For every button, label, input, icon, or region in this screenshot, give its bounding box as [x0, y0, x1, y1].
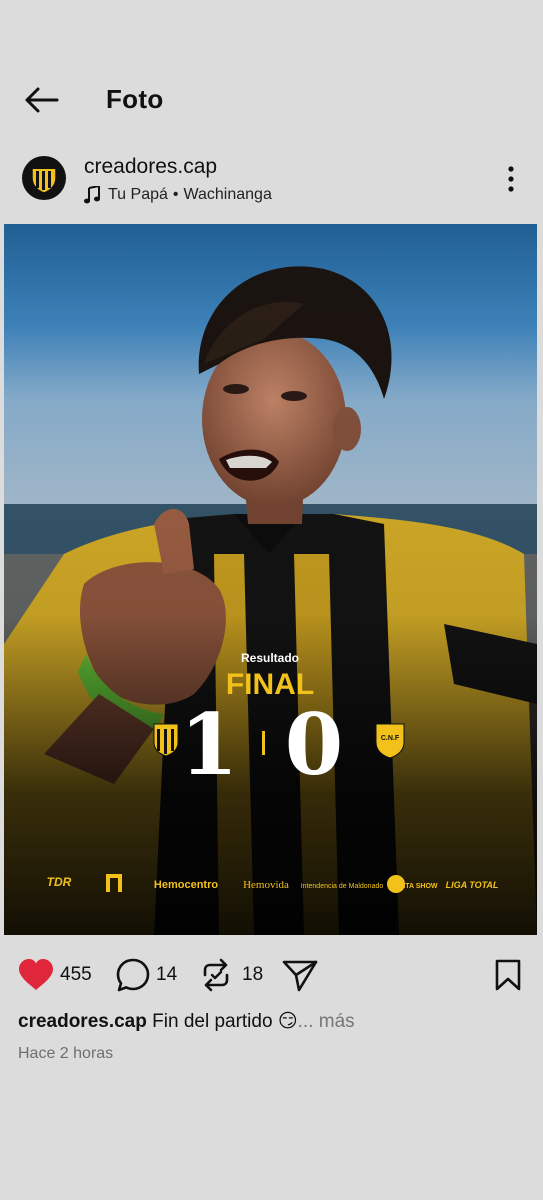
- caption-more-link[interactable]: ... más: [298, 1011, 355, 1032]
- avatar[interactable]: [22, 156, 66, 200]
- comment-button[interactable]: 14: [116, 955, 177, 995]
- result-label: Resultado: [241, 651, 299, 665]
- like-count: 455: [60, 964, 92, 985]
- post-header: creadores.cap Tu Papá • Wachinanga: [0, 150, 543, 216]
- match-result-graphic: Resultado FINAL 1 0 C.N.F TDR Hemocentro…: [4, 224, 537, 935]
- comment-count: 14: [156, 964, 178, 985]
- like-button[interactable]: 455: [18, 955, 92, 995]
- repost-icon: [203, 958, 229, 992]
- score-divider: [262, 731, 265, 755]
- song-title: Tu Papá: [108, 186, 168, 203]
- sponsor-hemocentro: Hemocentro: [154, 879, 218, 891]
- sponsor-tdr: TDR: [47, 875, 72, 889]
- share-button[interactable]: [282, 955, 318, 995]
- sponsor-liga-total: LIGA TOTAL: [446, 880, 499, 890]
- more-options-button[interactable]: [501, 162, 521, 196]
- away-team-crest-icon: C.N.F: [375, 723, 405, 759]
- save-button[interactable]: [494, 955, 522, 995]
- more-vertical-icon: [508, 166, 514, 192]
- club-crest-icon: [31, 163, 57, 194]
- post-timestamp: Hace 2 horas: [18, 1045, 114, 1062]
- heart-icon: [19, 959, 53, 990]
- top-bar: Foto: [0, 70, 543, 130]
- svg-text:C.N.F: C.N.F: [381, 735, 400, 742]
- repost-count: 18: [242, 964, 264, 985]
- home-score: 1: [180, 695, 238, 794]
- comment-bubble-icon: [116, 958, 150, 992]
- music-attribution[interactable]: Tu Papá • Wachinanga: [84, 186, 272, 204]
- music-note-icon: [84, 186, 100, 204]
- action-bar: 455 14 18: [0, 955, 543, 995]
- caption: creadores.cap Fin del partido 😏... más: [18, 1010, 355, 1033]
- send-icon: [282, 960, 318, 992]
- caption-username[interactable]: creadores.cap: [18, 1011, 147, 1032]
- page-title: Foto: [106, 84, 164, 114]
- username[interactable]: creadores.cap: [84, 155, 217, 179]
- back-button[interactable]: [18, 82, 64, 118]
- sponsor-punta-show: PUNTA SHOW: [390, 883, 437, 890]
- artist-name: Wachinanga: [183, 186, 272, 203]
- caption-text: Fin del partido 😏: [152, 1011, 298, 1032]
- sponsor-intendencia: Intendencia de Maldonado: [301, 883, 384, 890]
- home-team-crest-icon: [153, 723, 179, 757]
- sponsor-hemovida: Hemovida: [243, 879, 289, 891]
- bookmark-icon: [495, 959, 521, 991]
- music-separator: •: [172, 186, 179, 203]
- away-score: 0: [285, 695, 343, 794]
- post-image[interactable]: Resultado FINAL 1 0 C.N.F TDR Hemocentro…: [4, 224, 537, 935]
- repost-button[interactable]: 18: [200, 955, 263, 995]
- back-arrow-icon: [25, 87, 59, 113]
